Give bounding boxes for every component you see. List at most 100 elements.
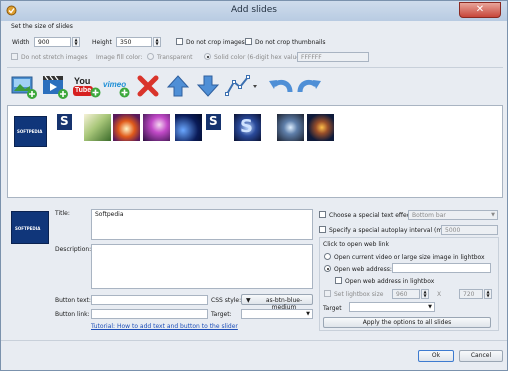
add-vimeo-button[interactable]: vimeo xyxy=(103,72,131,100)
web-link-heading: Click to open web link xyxy=(323,241,389,248)
special-effect-checkbox[interactable] xyxy=(319,211,326,218)
height-label: Height xyxy=(92,39,112,46)
special-effect-value: Bottom bar xyxy=(412,212,446,219)
solid-color-label: Solid color (6-digit hex value): xyxy=(214,54,305,61)
move-down-button[interactable] xyxy=(194,72,222,100)
add-slides-dialog: Add slides ✕ Set the size of slides Widt… xyxy=(0,0,508,371)
css-style-label: CSS style: xyxy=(211,297,242,304)
thumbnail-3[interactable] xyxy=(84,114,111,141)
title-value: Softpedia xyxy=(95,211,124,218)
thumbnail-7[interactable]: S xyxy=(206,114,221,130)
web-address-input[interactable] xyxy=(392,263,491,273)
height-input[interactable]: 350 xyxy=(116,37,152,47)
lightbox-height-input[interactable]: 720 xyxy=(459,289,483,299)
vimeo-icon: vimeo xyxy=(103,80,131,98)
chevron-down-icon: ▼ xyxy=(306,311,310,317)
cancel-button[interactable]: Cancel xyxy=(459,350,503,362)
thumbnail-8[interactable]: S xyxy=(234,114,261,141)
redo-button[interactable] xyxy=(296,72,324,100)
undo-icon xyxy=(269,79,293,93)
add-youtube-button[interactable]: You Tube xyxy=(73,72,101,100)
thumbnail-4[interactable] xyxy=(113,114,140,141)
button-link-label: Button link: xyxy=(55,311,90,318)
apply-all-button[interactable]: Apply the options to all slides xyxy=(323,317,491,328)
button-link-input[interactable] xyxy=(91,309,208,319)
add-image-icon xyxy=(11,76,37,99)
chevron-down-icon: ▼ xyxy=(428,304,432,310)
title-label: Title: xyxy=(55,210,70,217)
transparent-label: Transparent xyxy=(157,54,193,61)
height-spinner[interactable]: ▲ ▼ xyxy=(153,37,161,47)
add-video-icon xyxy=(43,75,68,99)
description-label: Description: xyxy=(55,246,92,253)
open-current-radio[interactable] xyxy=(324,253,331,260)
autoplay-interval-input[interactable]: 5000 xyxy=(441,225,498,235)
thumbnail-5[interactable] xyxy=(143,114,170,141)
no-crop-images-label: Do not crop images xyxy=(186,39,245,46)
open-current-label: Open current video or large size image i… xyxy=(334,254,485,261)
thumbnail-2[interactable]: S xyxy=(57,114,72,130)
open-web-radio[interactable] xyxy=(324,265,331,272)
special-effect-label: Choose a special text effect xyxy=(329,212,413,219)
autoplay-interval-checkbox[interactable] xyxy=(319,226,326,233)
title-bar: Add slides ✕ xyxy=(1,1,507,21)
chart-icon xyxy=(225,75,257,96)
width-spinner[interactable]: ▲ ▼ xyxy=(72,37,80,47)
no-crop-images-checkbox[interactable] xyxy=(176,38,183,45)
no-stretch-checkbox[interactable] xyxy=(11,53,18,60)
fill-color-label: Image fill color: xyxy=(96,54,143,61)
thumbnail-1[interactable]: SOFTPEDIA xyxy=(14,116,47,147)
lightbox-x-label: X xyxy=(437,291,442,298)
thumbnail-10[interactable] xyxy=(307,114,334,141)
target-right-select[interactable]: ▼ xyxy=(349,302,435,312)
solid-color-radio[interactable] xyxy=(204,53,211,60)
target-right-label: Target xyxy=(323,305,342,312)
special-effect-select[interactable]: Bottom bar ▼ xyxy=(408,210,498,220)
tutorial-link[interactable]: Tutorial: How to add text and button to … xyxy=(91,323,238,330)
lightbox-width-input[interactable]: 960 xyxy=(392,289,420,299)
css-style-dropdown[interactable]: ▼ as-btn-blue-medium xyxy=(241,294,313,311)
footer-divider xyxy=(1,340,507,341)
delete-button[interactable] xyxy=(134,72,162,100)
width-label: Width xyxy=(12,39,30,46)
close-button[interactable]: ✕ xyxy=(459,2,501,18)
window-title: Add slides xyxy=(231,5,277,15)
description-textarea[interactable] xyxy=(91,244,313,289)
add-image-button[interactable] xyxy=(10,72,38,100)
open-web-label: Open web address: xyxy=(334,266,392,273)
chart-dropdown-button[interactable] xyxy=(224,72,260,100)
add-video-button[interactable] xyxy=(41,72,69,100)
youtube-icon: You Tube xyxy=(73,76,101,98)
target-label: Target: xyxy=(211,311,232,318)
lightbox-size-label: Set lightbox size xyxy=(334,291,384,298)
move-down-icon xyxy=(196,75,220,97)
open-in-lightbox-label: Open web address in lightbox xyxy=(345,278,435,285)
title-textarea[interactable]: Softpedia xyxy=(91,209,313,240)
move-up-button[interactable] xyxy=(164,72,192,100)
delete-icon xyxy=(137,75,159,97)
transparent-radio[interactable] xyxy=(147,53,154,60)
undo-button[interactable] xyxy=(266,72,294,100)
lightbox-height-spinner[interactable]: ▲ ▼ xyxy=(484,289,492,299)
button-text-label: Button text: xyxy=(55,297,91,304)
no-crop-thumbnails-checkbox[interactable] xyxy=(245,38,252,45)
open-in-lightbox-checkbox[interactable] xyxy=(335,277,342,284)
chevron-down-icon: ▼ xyxy=(491,212,495,218)
slide-preview: SOFTPEDIA xyxy=(11,211,49,244)
redo-icon xyxy=(297,79,321,93)
no-stretch-label: Do not stretch images xyxy=(21,54,88,61)
target-select[interactable]: ▼ xyxy=(241,309,313,319)
button-text-input[interactable] xyxy=(91,295,208,305)
lightbox-size-checkbox[interactable] xyxy=(324,290,331,297)
thumbnail-9[interactable] xyxy=(277,114,304,141)
thumbnail-6[interactable] xyxy=(175,114,202,141)
ok-button[interactable]: Ok xyxy=(418,350,454,362)
size-section-heading: Set the size of slides xyxy=(11,23,73,30)
chevron-down-icon: ▼ xyxy=(246,297,251,304)
hex-color-input[interactable]: FFFFFF xyxy=(297,52,369,62)
width-input[interactable]: 900 xyxy=(34,37,71,47)
lightbox-width-spinner[interactable]: ▲ ▼ xyxy=(421,289,429,299)
no-crop-thumbnails-label: Do not crop thumbnails xyxy=(255,39,326,46)
move-up-icon xyxy=(166,75,190,97)
autoplay-interval-label: Specify a special autoplay interval (ms)… xyxy=(329,227,450,234)
